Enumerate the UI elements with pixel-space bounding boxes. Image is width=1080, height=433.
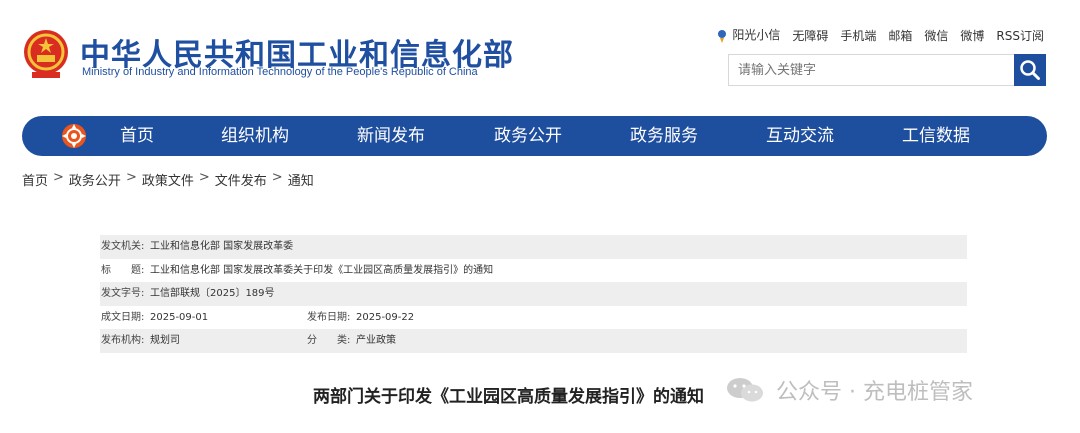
breadcrumb-file-release[interactable]: 文件发布: [215, 170, 267, 189]
info-row-org: 发布机构: 规划司 分 类: 产业政策: [100, 329, 967, 353]
search-icon: [1020, 60, 1040, 80]
issuer-value: 工业和信息化部 国家发展改革委: [150, 241, 294, 252]
article-title: 两部门关于印发《工业园区高质量发展指引》的通知: [313, 387, 704, 407]
breadcrumb-separator: >: [125, 170, 137, 185]
info-row-title: 标 题: 工业和信息化部 国家发展改革委关于印发《工业园区高质量发展指引》的通知: [100, 259, 967, 283]
org-value: 规划司: [150, 335, 180, 347]
watermark-text: 公众号 · 充电桩管家: [776, 380, 973, 405]
toplink-accessibility[interactable]: 无障碍: [792, 27, 828, 44]
nav-organization[interactable]: 组织机构: [221, 116, 289, 156]
title-value: 工业和信息化部 国家发展改革委关于印发《工业园区高质量发展指引》的通知: [150, 264, 494, 276]
toplink-label: 阳光小信: [732, 28, 781, 43]
docno-value: 工信部联规〔2025〕189号: [150, 288, 275, 300]
main-nav: 首页 组织机构 新闻发布 政务公开 政务服务 互动交流 工信数据: [22, 116, 1047, 156]
wechat-logo-icon: [727, 378, 763, 402]
toplink-email[interactable]: 邮箱: [888, 27, 912, 44]
date-value: 2025-09-01: [150, 311, 209, 323]
nav-data[interactable]: 工信数据: [902, 116, 970, 156]
watermark: 公众号 · 充电桩管家: [724, 372, 973, 408]
breadcrumb-separator: >: [53, 170, 64, 185]
org-label: 发布机构:: [101, 335, 145, 347]
info-row-dates: 成文日期: 2025-09-01 发布日期: 2025-09-22: [100, 306, 967, 330]
title-label: 标 题:: [101, 264, 145, 276]
date-label: 成文日期:: [101, 311, 145, 323]
breadcrumb: 首页 > 政务公开 > 政策文件 > 文件发布 > 通知: [22, 170, 314, 189]
site-subtitle: Ministry of Industry and Information Tec…: [82, 66, 478, 78]
category-value: 产业政策: [356, 335, 396, 347]
search-button[interactable]: [1014, 54, 1046, 86]
breadcrumb-separator: >: [271, 170, 283, 185]
toplink-wechat[interactable]: 微信: [924, 27, 948, 44]
document-info-table: 发文机关: 工业和信息化部 国家发展改革委 标 题: 工业和信息化部 国家发展改…: [100, 235, 967, 353]
info-row-issuer: 发文机关: 工业和信息化部 国家发展改革委: [100, 235, 967, 259]
sunshine-icon: [718, 29, 727, 43]
toplink-rss[interactable]: RSS订阅: [996, 27, 1044, 44]
nav-services[interactable]: 政务服务: [630, 116, 698, 156]
top-links: 阳光小信 无障碍 手机端 邮箱 微信 微博 RSS订阅: [716, 26, 1044, 44]
breadcrumb-home[interactable]: 首页: [22, 170, 48, 189]
national-emblem-icon: [24, 30, 68, 78]
toplink-weibo[interactable]: 微博: [960, 27, 984, 44]
toplink-sunshine[interactable]: 阳光小信: [716, 26, 780, 44]
category-label: 分 类:: [307, 335, 351, 347]
nav-gov-affairs[interactable]: 政务公开: [494, 116, 562, 156]
breadcrumb-gov-affairs[interactable]: 政务公开: [69, 170, 121, 189]
search-input[interactable]: [728, 54, 1014, 86]
issuer-label: 发文机关:: [101, 241, 145, 252]
breadcrumb-separator: >: [198, 170, 210, 185]
docno-label: 发文字号:: [101, 288, 145, 300]
ministry-logo-icon: [62, 124, 86, 148]
toplink-mobile[interactable]: 手机端: [840, 27, 876, 44]
pubdate-label: 发布日期:: [307, 311, 351, 323]
info-row-docno: 发文字号: 工信部联规〔2025〕189号: [100, 282, 967, 306]
pubdate-value: 2025-09-22: [356, 311, 415, 323]
nav-news[interactable]: 新闻发布: [357, 116, 425, 156]
nav-interaction[interactable]: 互动交流: [766, 116, 834, 156]
breadcrumb-policy-docs[interactable]: 政策文件: [142, 170, 194, 189]
breadcrumb-notice[interactable]: 通知: [288, 170, 314, 189]
nav-home[interactable]: 首页: [120, 116, 154, 156]
